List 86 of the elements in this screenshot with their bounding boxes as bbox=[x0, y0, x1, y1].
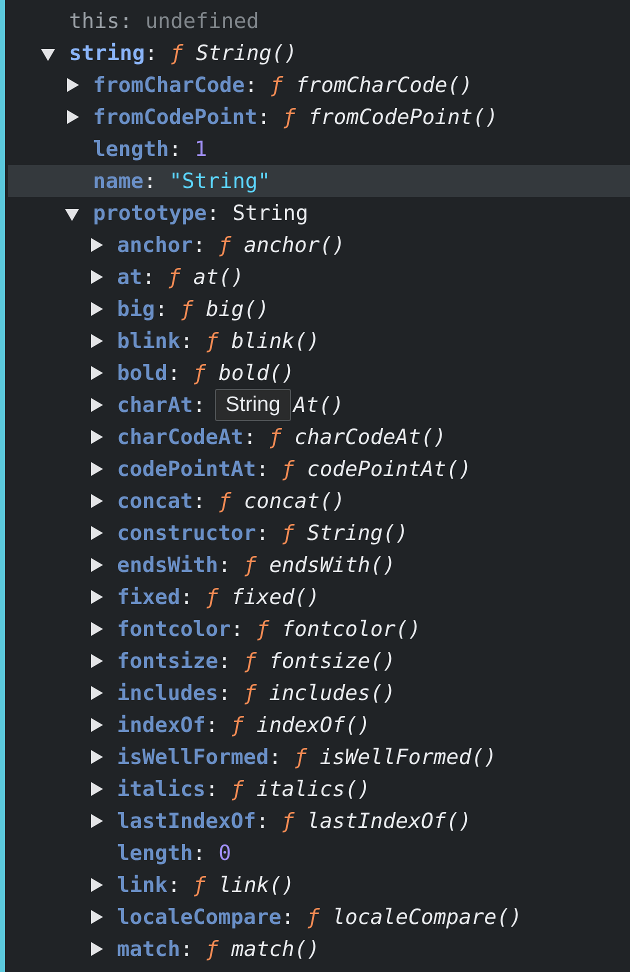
property-value: ƒ match() bbox=[206, 937, 320, 961]
property-value: ƒ localeCompare() bbox=[307, 905, 522, 929]
expand-arrow-icon[interactable] bbox=[91, 942, 103, 956]
expand-arrow-icon[interactable] bbox=[91, 366, 103, 380]
expand-arrow-icon[interactable] bbox=[91, 526, 103, 540]
expand-arrow-icon[interactable] bbox=[91, 718, 103, 732]
expand-arrow-icon[interactable] bbox=[91, 334, 103, 348]
property-key: fixed: bbox=[117, 585, 206, 609]
property-key: bold: bbox=[117, 361, 194, 385]
property-value: ƒ String() bbox=[170, 41, 297, 65]
property-key: includes: bbox=[117, 681, 244, 705]
property-key: fromCodePoint: bbox=[93, 105, 284, 129]
expand-arrow-icon[interactable] bbox=[91, 750, 103, 764]
property-key: string: bbox=[69, 41, 171, 65]
property-value: ƒ fontcolor() bbox=[256, 617, 421, 641]
property-key: length: bbox=[93, 137, 195, 161]
property-value: 1 bbox=[194, 137, 208, 161]
expand-arrow-icon[interactable] bbox=[91, 590, 103, 604]
property-value: ƒ bold() bbox=[193, 361, 294, 385]
property-value: ƒ includes() bbox=[244, 681, 396, 705]
property-value: ƒ big() bbox=[180, 297, 270, 321]
property-value: ƒ fromCodePoint() bbox=[283, 105, 498, 129]
property-value: ƒ String() bbox=[282, 521, 408, 545]
property-key: blink: bbox=[117, 329, 206, 353]
expand-arrow-icon[interactable] bbox=[91, 782, 103, 796]
property-key: isWellFormed: bbox=[117, 745, 294, 769]
property-key: fontsize: bbox=[117, 649, 244, 673]
property-key: fontcolor: bbox=[117, 617, 256, 641]
property-value: ƒ charCodeAt() bbox=[269, 425, 446, 449]
property-value: undefined bbox=[145, 9, 260, 33]
expand-arrow-icon[interactable] bbox=[67, 110, 79, 124]
expand-arrow-icon[interactable] bbox=[91, 622, 103, 636]
expand-arrow-icon[interactable] bbox=[91, 494, 103, 508]
property-value: ƒ italics() bbox=[231, 777, 370, 801]
property-key: big: bbox=[117, 297, 181, 321]
property-key: lastIndexOf: bbox=[117, 809, 282, 833]
property-value: ƒ at() bbox=[168, 265, 244, 289]
property-key: concat: bbox=[117, 489, 219, 513]
property-value: String bbox=[232, 201, 308, 225]
property-value: At() bbox=[293, 393, 344, 417]
property-key: name: bbox=[93, 169, 170, 193]
property-value: ƒ fontsize() bbox=[244, 649, 396, 673]
property-value: ƒ indexOf() bbox=[231, 713, 370, 737]
property-key: indexOf: bbox=[117, 713, 232, 737]
expand-arrow-icon[interactable] bbox=[91, 686, 103, 700]
property-key: match: bbox=[117, 937, 206, 961]
expand-arrow-icon[interactable] bbox=[91, 878, 103, 892]
property-value: ƒ fromCharCode() bbox=[270, 73, 473, 97]
expand-arrow-icon[interactable] bbox=[91, 558, 103, 572]
property-key: charCodeAt: bbox=[117, 425, 270, 449]
property-key: prototype: bbox=[93, 201, 232, 225]
property-value: ƒ link() bbox=[193, 873, 294, 897]
tooltip: String bbox=[214, 389, 292, 421]
expand-arrow-icon[interactable] bbox=[91, 430, 103, 444]
expand-arrow-icon[interactable] bbox=[91, 654, 103, 668]
property-key: constructor: bbox=[117, 521, 282, 545]
property-key: fromCharCode: bbox=[93, 73, 270, 97]
property-key: this: bbox=[69, 9, 146, 33]
property-value: ƒ isWellFormed() bbox=[294, 745, 497, 769]
property-value: ƒ fixed() bbox=[206, 585, 320, 609]
property-value: ƒ lastIndexOf() bbox=[282, 809, 472, 833]
expand-arrow-icon[interactable] bbox=[91, 270, 103, 284]
property-key: anchor: bbox=[117, 233, 219, 257]
expand-arrow-icon[interactable] bbox=[91, 814, 103, 828]
property-key: length: bbox=[117, 841, 219, 865]
collapse-arrow-icon[interactable] bbox=[65, 209, 79, 221]
expand-arrow-icon[interactable] bbox=[91, 238, 103, 252]
property-key: link: bbox=[117, 873, 194, 897]
property-key: italics: bbox=[117, 777, 232, 801]
property-key: codePointAt: bbox=[117, 457, 282, 481]
property-key: at: bbox=[117, 265, 168, 289]
property-value: ƒ codePointAt() bbox=[282, 457, 472, 481]
property-value: ƒ endsWith() bbox=[244, 553, 396, 577]
expand-arrow-icon[interactable] bbox=[91, 398, 103, 412]
property-key: localeCompare: bbox=[117, 905, 308, 929]
expand-arrow-icon[interactable] bbox=[91, 302, 103, 316]
expand-arrow-icon[interactable] bbox=[91, 462, 103, 476]
property-value: "String" bbox=[169, 169, 270, 193]
expand-arrow-icon[interactable] bbox=[91, 910, 103, 924]
expand-arrow-icon[interactable] bbox=[67, 78, 79, 92]
property-value: ƒ blink() bbox=[206, 329, 320, 353]
property-value: ƒ concat() bbox=[218, 489, 345, 513]
property-value: ƒ anchor() bbox=[218, 233, 345, 257]
property-value: 0 bbox=[218, 841, 232, 865]
collapse-arrow-icon[interactable] bbox=[41, 49, 55, 61]
property-key: endsWith: bbox=[117, 553, 244, 577]
